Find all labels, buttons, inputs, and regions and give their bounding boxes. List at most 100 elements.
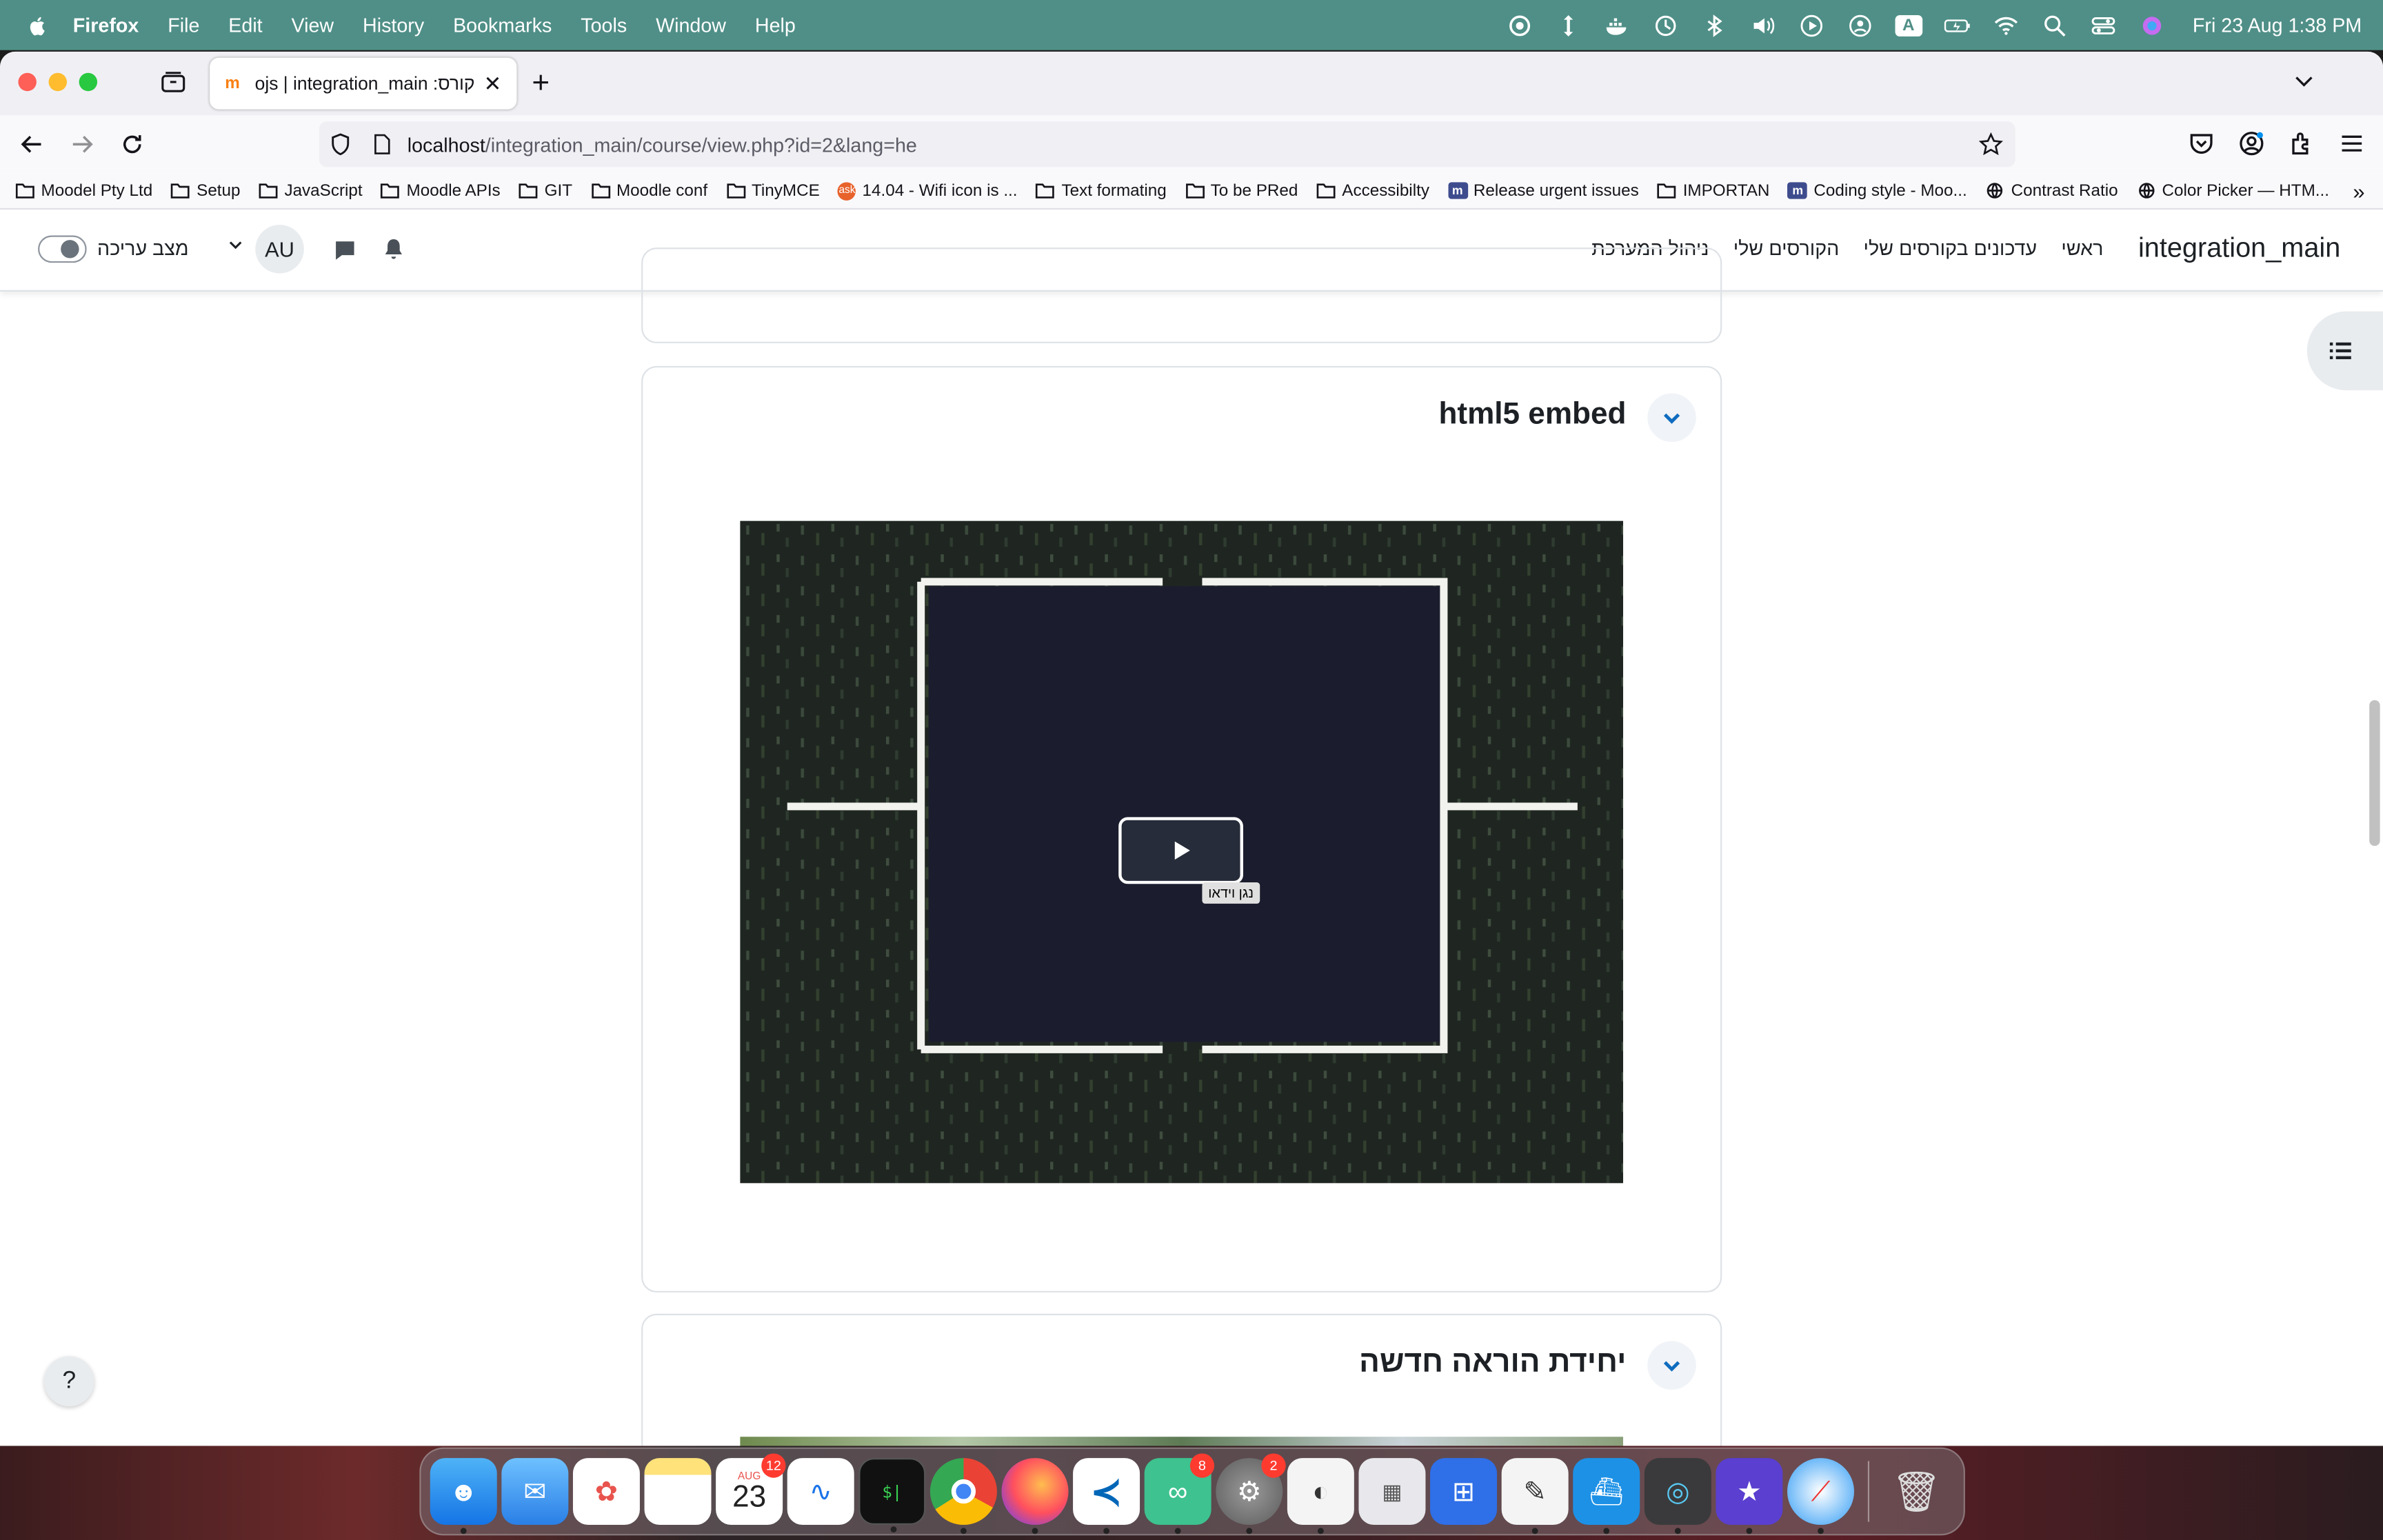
messaging-app-icon[interactable]: ∞ 8: [1144, 1453, 1215, 1534]
textedit-icon[interactable]: ✎: [1501, 1458, 1569, 1534]
user-avatar[interactable]: AU: [255, 225, 304, 274]
time-machine-icon[interactable]: [1651, 13, 1679, 37]
section-title[interactable]: html5 embed: [1438, 398, 1626, 433]
menu-history[interactable]: History: [363, 14, 424, 37]
window-close-button[interactable]: [18, 72, 37, 92]
menu-app-name[interactable]: Firefox: [73, 14, 139, 37]
tab-active[interactable]: m קורס: videojs | integration_main ✕: [210, 57, 517, 110]
docker-desktop-icon[interactable]: ⛴: [1573, 1458, 1640, 1534]
menu-window[interactable]: Window: [656, 14, 726, 37]
system-settings-icon[interactable]: ⚙ 2: [1216, 1453, 1286, 1534]
notifications-bell-icon[interactable]: [381, 237, 405, 261]
section-collapse-chevron-icon[interactable]: [1647, 1341, 1696, 1390]
mail-icon[interactable]: ✉: [501, 1458, 569, 1526]
bookmark-item[interactable]: Setup: [171, 181, 241, 200]
input-source-indicator[interactable]: A: [1894, 14, 1922, 36]
imovie-icon[interactable]: ★: [1716, 1458, 1783, 1534]
resize-arrows-icon[interactable]: [1554, 13, 1582, 37]
bookmark-item[interactable]: m Release urgent issues: [1447, 181, 1639, 200]
menu-help[interactable]: Help: [755, 14, 796, 37]
help-button[interactable]: ?: [43, 1356, 94, 1407]
menu-file[interactable]: File: [168, 14, 199, 37]
firefox-icon[interactable]: [1001, 1458, 1069, 1534]
battery-charging-icon[interactable]: [1943, 13, 1971, 37]
section-collapse-chevron-icon[interactable]: [1647, 393, 1696, 443]
control-center-icon[interactable]: [2089, 13, 2117, 37]
quicktime-icon[interactable]: ◎: [1644, 1458, 1711, 1534]
menu-view[interactable]: View: [292, 14, 334, 37]
address-bar[interactable]: localhost/integration_main/course/view.p…: [319, 121, 2015, 168]
menu-bookmarks[interactable]: Bookmarks: [453, 14, 552, 37]
bookmark-item[interactable]: IMPORTAN: [1657, 181, 1769, 200]
siri-icon[interactable]: [2138, 13, 2166, 37]
url-text[interactable]: localhost/integration_main/course/view.p…: [408, 133, 917, 156]
docker-icon[interactable]: [1603, 13, 1631, 37]
terminal-icon[interactable]: $|: [858, 1458, 926, 1533]
forward-arrow-icon[interactable]: [68, 130, 96, 158]
window-maximize-button[interactable]: [79, 72, 98, 92]
user-menu-chevron-icon[interactable]: [228, 235, 243, 256]
firefox-view-icon[interactable]: [159, 68, 187, 96]
creative-cloud-icon[interactable]: [1506, 13, 1534, 37]
page-info-icon[interactable]: [371, 134, 392, 155]
sequel-ace-icon[interactable]: ◐: [1287, 1458, 1354, 1534]
notes-icon[interactable]: [644, 1458, 712, 1526]
extensions-icon[interactable]: [2289, 130, 2314, 163]
bookmark-item[interactable]: Text formating: [1036, 181, 1167, 200]
calendar-icon[interactable]: AUG 23 12: [716, 1453, 786, 1526]
window-minimize-button[interactable]: [48, 72, 67, 92]
vscode-icon[interactable]: ≺: [1073, 1458, 1140, 1534]
trash-icon[interactable]: 🗑: [1883, 1458, 1950, 1525]
tracking-protection-shield-icon[interactable]: [328, 132, 352, 156]
menubar-clock[interactable]: Fri 23 Aug 1:38 PM: [2193, 14, 2362, 37]
messages-icon[interactable]: [333, 239, 357, 263]
hamburger-menu-icon[interactable]: [2339, 130, 2364, 163]
menu-tools[interactable]: Tools: [581, 14, 627, 37]
bookmark-star-icon[interactable]: [1978, 132, 2003, 156]
chrome-icon[interactable]: [929, 1458, 997, 1534]
freeform-icon[interactable]: ∿: [787, 1458, 854, 1526]
page-scrollbar[interactable]: [2369, 700, 2380, 847]
section-title[interactable]: יחידת הוראה חדשה: [1359, 1346, 1626, 1381]
site-name-link[interactable]: integration_main: [2138, 232, 2340, 264]
windows-app-icon[interactable]: ⊞: [1430, 1458, 1498, 1526]
bookmark-item[interactable]: JavaScript: [259, 181, 363, 200]
spotlight-search-icon[interactable]: [2040, 13, 2068, 37]
user-account-icon[interactable]: [1846, 13, 1873, 37]
bookmark-item[interactable]: To be PRed: [1185, 181, 1298, 200]
bookmark-item[interactable]: Color Picker — HTM...: [2136, 181, 2329, 200]
account-icon[interactable]: [2239, 130, 2264, 163]
nav-home[interactable]: ראשי: [2061, 237, 2103, 260]
tab-close-icon[interactable]: ✕: [483, 70, 501, 96]
bluetooth-icon[interactable]: [1700, 13, 1728, 37]
bookmark-item[interactable]: Contrast Ratio: [1985, 181, 2118, 200]
now-playing-icon[interactable]: [1798, 13, 1825, 37]
nav-dashboard[interactable]: עדכונים בקורסים שלי: [1864, 237, 2038, 260]
bookmark-item[interactable]: ask 14.04 - Wifi icon is ...: [838, 181, 1018, 200]
bookmark-item[interactable]: Moodle APIs: [381, 181, 501, 200]
reload-icon[interactable]: [119, 130, 146, 158]
finder-icon[interactable]: ☻: [430, 1458, 497, 1534]
pocket-icon[interactable]: [2189, 130, 2214, 163]
wifi-icon[interactable]: [1992, 13, 2020, 37]
safari-icon[interactable]: ⟋: [1787, 1458, 1855, 1534]
new-tab-icon[interactable]: +: [532, 67, 550, 102]
course-index-toggle[interactable]: [2306, 311, 2383, 391]
photos-icon[interactable]: ✿: [572, 1458, 640, 1526]
nav-my-courses[interactable]: הקורסים שלי: [1733, 237, 1840, 260]
bookmark-item[interactable]: Accessibilty: [1316, 181, 1429, 200]
volume-icon[interactable]: [1749, 13, 1776, 37]
bookmark-item[interactable]: Moodle conf: [590, 181, 707, 200]
bookmark-item[interactable]: TinyMCE: [726, 181, 820, 200]
bookmarks-overflow-chevron-icon[interactable]: »: [2353, 179, 2364, 203]
back-arrow-icon[interactable]: [18, 130, 46, 158]
tab-list-chevron-icon[interactable]: [2292, 68, 2316, 92]
bookmark-item[interactable]: GIT: [519, 181, 572, 200]
video-player[interactable]: נגן וידאו: [740, 520, 1623, 1184]
apple-icon[interactable]: [28, 13, 52, 37]
bookmark-item[interactable]: m Coding style - Moo...: [1787, 181, 1967, 200]
menu-edit[interactable]: Edit: [228, 14, 262, 37]
video-play-button[interactable]: [1118, 817, 1243, 884]
launchpad-icon[interactable]: ▦: [1358, 1458, 1426, 1526]
edit-mode-toggle[interactable]: [38, 235, 87, 263]
